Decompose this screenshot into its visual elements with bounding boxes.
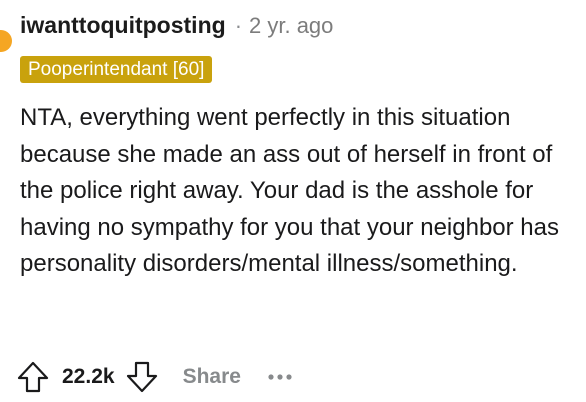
user-flair-badge: Pooperintendant [60] — [20, 56, 213, 83]
comment-header: iwanttoquitposting · 2 yr. ago — [20, 12, 333, 39]
more-options-button[interactable] — [267, 365, 293, 389]
share-label: Share — [182, 365, 241, 388]
timestamp-link[interactable]: 2 yr. ago — [249, 13, 333, 39]
separator-dot: · — [234, 13, 243, 38]
comment-body-text: NTA, everything went perfectly in this s… — [20, 104, 559, 278]
arrow-up-outline-icon[interactable] — [16, 360, 50, 394]
avatar[interactable] — [0, 30, 12, 52]
comment-action-bar: 22.2k Share — [16, 356, 293, 398]
ellipsis-icon — [267, 373, 293, 381]
share-button[interactable]: Share — [183, 365, 241, 389]
arrow-down-outline-icon[interactable] — [125, 360, 159, 394]
vote-count: 22.2k — [62, 365, 115, 388]
username-link[interactable]: iwanttoquitposting — [20, 12, 226, 39]
